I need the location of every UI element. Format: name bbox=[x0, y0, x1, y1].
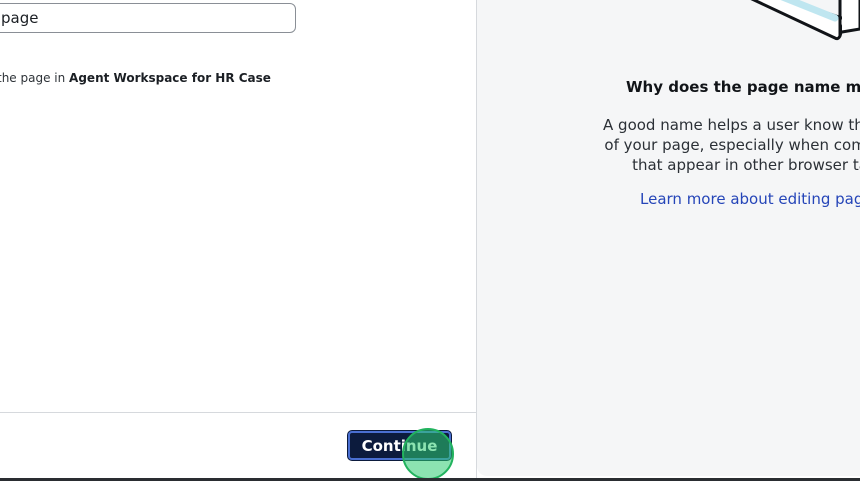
form-panel: the page in Agent Workspace for HR Case … bbox=[0, 0, 476, 478]
info-body-line: A good name helps a user know the uni bbox=[603, 116, 860, 134]
continue-button[interactable]: Continue bbox=[348, 431, 451, 460]
page-name-input[interactable] bbox=[0, 3, 296, 33]
info-panel bbox=[477, 0, 860, 476]
info-body-line: that appear in other browser ta bbox=[632, 156, 860, 174]
browser-window-illustration-icon bbox=[750, 0, 860, 41]
helper-text-workspace: Agent Workspace for HR Case bbox=[69, 71, 271, 85]
info-body-line: of your page, especially when compare bbox=[604, 136, 860, 154]
learn-more-link[interactable]: Learn more about editing pag bbox=[640, 190, 860, 208]
page-name-dialog: the page in Agent Workspace for HR Case … bbox=[0, 0, 860, 481]
info-heading: Why does the page name mat bbox=[626, 78, 860, 96]
helper-text-prefix: the page in bbox=[0, 71, 70, 85]
helper-text: the page in Agent Workspace for HR Case bbox=[0, 71, 271, 85]
info-body: A good name helps a user know the uni of… bbox=[552, 115, 860, 175]
footer-divider bbox=[0, 412, 476, 413]
